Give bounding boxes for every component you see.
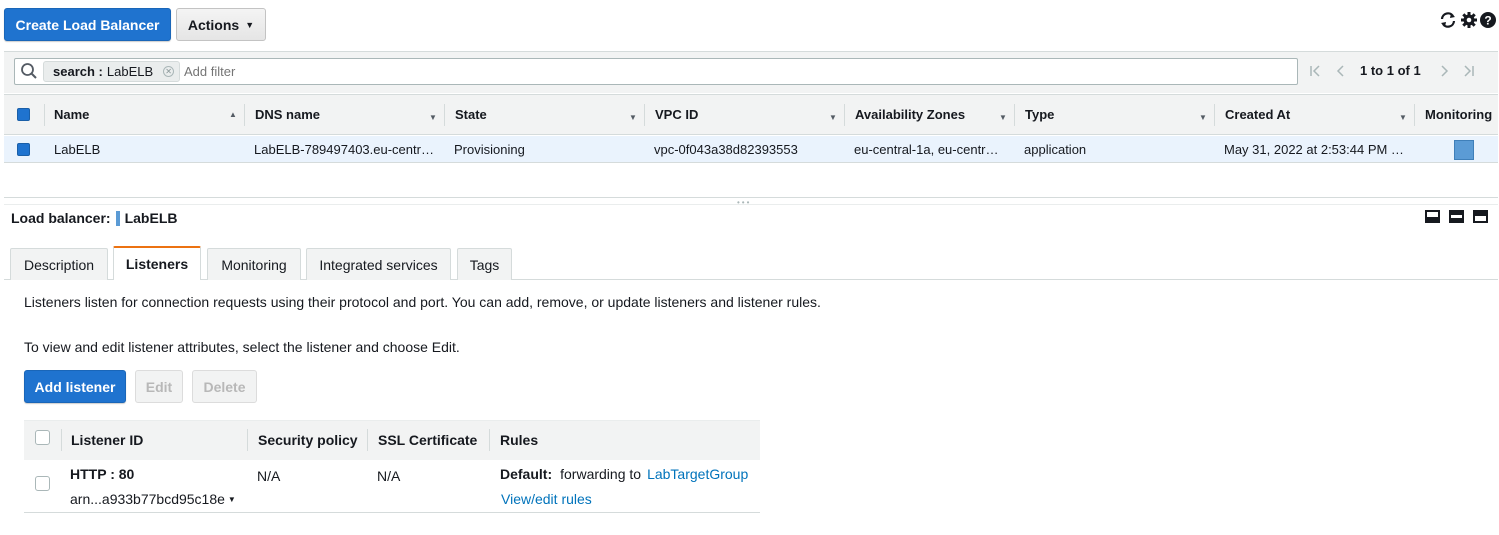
selection-marker [115, 210, 120, 226]
tab-listeners[interactable]: Listeners [113, 246, 201, 280]
drag-handle-icon[interactable]: ••• [737, 198, 751, 207]
help-icon[interactable]: ? [1479, 11, 1497, 29]
listener-protocol-port: HTTP : 80 [70, 466, 135, 482]
remove-filter-icon[interactable]: ✕ [163, 66, 175, 77]
rule-default-label: Default: [500, 466, 553, 482]
view-edit-rules-link[interactable]: View/edit rules [501, 491, 592, 507]
listener-ssl-certificate: N/A [377, 468, 401, 484]
sort-icon[interactable]: ▼ [999, 113, 1007, 122]
column-header-listener-id: Listener ID [71, 432, 144, 448]
delete-button[interactable]: Delete [192, 370, 257, 403]
cell-type: application [1024, 142, 1087, 157]
sort-asc-icon[interactable]: ▲ [229, 110, 237, 119]
listener-arn[interactable]: arn...a933b77bcd95c18e ▼ [70, 491, 236, 507]
gear-icon[interactable] [1460, 11, 1478, 29]
tab-integrated-services[interactable]: Integrated services [306, 248, 451, 280]
edit-button[interactable]: Edit [135, 370, 183, 403]
last-page-icon[interactable] [1461, 63, 1475, 79]
listeners-edit-hint: To view and edit listener attributes, se… [24, 339, 460, 355]
rule-action: forwarding to [560, 466, 642, 482]
tab-tags[interactable]: Tags [457, 248, 512, 280]
column-header-dns[interactable]: DNS name [255, 94, 320, 135]
cell-name: LabELB [54, 142, 101, 157]
cell-state: Provisioning [454, 142, 525, 157]
column-header-ssl-certificate: SSL Certificate [378, 432, 478, 448]
sort-icon[interactable]: ▼ [1199, 113, 1207, 122]
actions-label: Actions [187, 16, 240, 33]
listener-default-rule: Default: forwarding to LabTargetGroup [500, 466, 748, 482]
row-checkbox[interactable] [17, 143, 30, 156]
column-header-name[interactable]: Name [54, 94, 89, 135]
listener-security-policy: N/A [257, 468, 281, 484]
first-page-icon[interactable] [1309, 63, 1323, 79]
next-page-icon[interactable] [1439, 63, 1451, 79]
column-header-rules: Rules [500, 432, 539, 448]
tab-monitoring[interactable]: Monitoring [207, 248, 301, 280]
details-title: Load balancer: LabELB [11, 210, 177, 226]
tab-description[interactable]: Description [10, 248, 108, 280]
cell-dns: LabELB-789497403.eu-centr… [254, 142, 434, 157]
layout-bottom-icon[interactable] [1425, 210, 1440, 223]
listeners-intro: Listeners listen for connection requests… [24, 294, 821, 310]
listener-row-checkbox[interactable] [35, 476, 50, 491]
svg-text:?: ? [1484, 14, 1491, 28]
listener-arn-text: arn...a933b77bcd95c18e [70, 491, 225, 507]
filter-chip-key: search : [53, 64, 103, 79]
search-icon [21, 63, 37, 79]
column-header-vpc[interactable]: VPC ID [655, 94, 698, 135]
listener-row-divider [24, 512, 760, 513]
add-filter-input[interactable] [184, 62, 684, 81]
layout-top-icon[interactable] [1473, 210, 1488, 223]
monitoring-chart-icon[interactable] [1454, 140, 1474, 160]
details-title-prefix: Load balancer: [11, 210, 111, 226]
filter-chip[interactable]: search : LabELB ✕ [43, 61, 180, 82]
column-header-az[interactable]: Availability Zones [855, 94, 965, 135]
filter-chip-value: LabELB [106, 64, 154, 79]
layout-split-icon[interactable] [1449, 210, 1464, 223]
cell-az: eu-central-1a, eu-centr… [854, 142, 999, 157]
cell-created: May 31, 2022 at 2:53:44 PM … [1224, 142, 1404, 157]
column-header-type[interactable]: Type [1025, 94, 1054, 135]
sort-icon[interactable]: ▼ [829, 113, 837, 122]
sort-icon[interactable]: ▼ [1399, 113, 1407, 122]
select-all-checkbox[interactable] [17, 108, 30, 121]
actions-button[interactable]: Actions ▼ [176, 8, 266, 41]
column-header-created[interactable]: Created At [1225, 94, 1290, 135]
details-title-value: LabELB [124, 210, 178, 226]
target-group-link[interactable]: LabTargetGroup [647, 466, 748, 482]
create-load-balancer-button[interactable]: Create Load Balancer [4, 8, 171, 41]
cell-vpc: vpc-0f043a38d82393553 [654, 142, 798, 157]
add-listener-button[interactable]: Add listener [24, 370, 126, 403]
pagination-text: 1 to 1 of 1 [1360, 63, 1421, 78]
caret-down-icon: ▼ [227, 494, 236, 504]
refresh-icon[interactable] [1438, 10, 1458, 30]
sort-icon[interactable]: ▼ [429, 113, 437, 122]
chevron-down-icon: ▼ [245, 19, 255, 30]
prev-page-icon[interactable] [1334, 63, 1346, 79]
sort-icon[interactable]: ▼ [629, 113, 637, 122]
column-header-state[interactable]: State [455, 94, 487, 135]
listener-select-all-checkbox[interactable] [35, 430, 50, 445]
column-header-security-policy: Security policy [258, 432, 358, 448]
column-header-monitoring[interactable]: Monitoring [1425, 94, 1492, 135]
